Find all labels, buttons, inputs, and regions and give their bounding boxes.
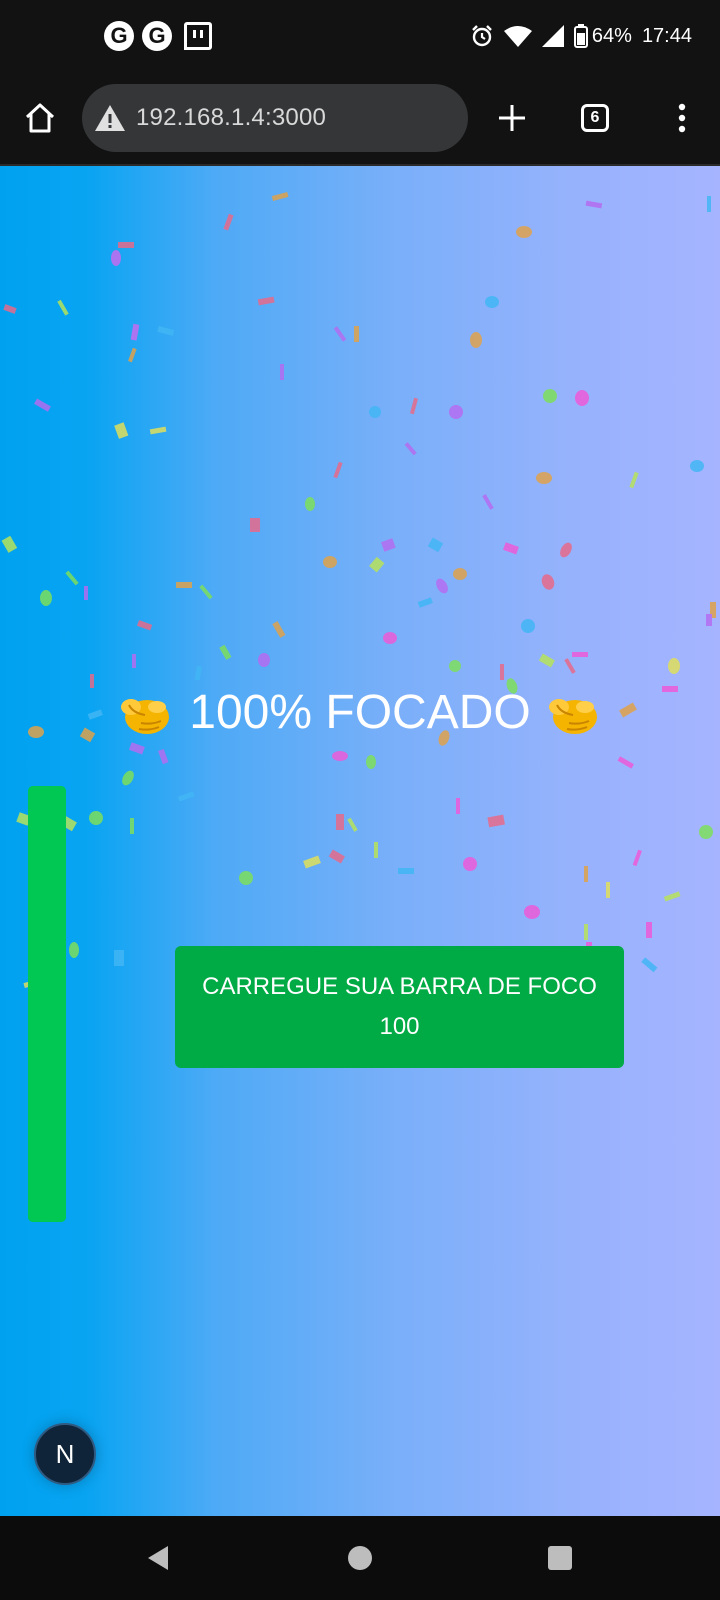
confetti-animation (1, 191, 716, 989)
status-bar: G G 64% 17:44 (0, 0, 720, 72)
web-page: 100% FOCADO CARREGUE SUA BARRA DE FOCO 1… (0, 166, 720, 1516)
browser-toolbar: 192.168.1.4:3000 6 (0, 72, 720, 166)
point-at-viewer-hand-icon (121, 699, 170, 734)
focus-headline: 100% FOCADO (0, 680, 720, 744)
wifi-icon (503, 26, 532, 47)
url-text[interactable]: 192.168.1.4:3000 (136, 104, 326, 132)
recent-apps-button[interactable] (548, 1546, 572, 1570)
more-options-icon[interactable] (664, 100, 700, 136)
nextjs-logo-letter: N (55, 1438, 75, 1469)
tab-switcher-button[interactable]: 6 (581, 104, 609, 132)
nextjs-devtools-button[interactable]: N (34, 1423, 96, 1485)
system-nav-bar (0, 1516, 720, 1600)
battery-percent: 64% (591, 24, 632, 47)
alarm-icon (472, 25, 492, 47)
point-at-viewer-hand-icon (548, 699, 597, 734)
twitch-icon (184, 22, 212, 50)
charge-focus-button[interactable]: CARREGUE SUA BARRA DE FOCO 100 (175, 946, 624, 1068)
new-tab-icon[interactable] (494, 100, 530, 136)
headline-text: 100% FOCADO (189, 685, 531, 739)
google-g-icon: G (104, 21, 134, 51)
address-bar[interactable]: 192.168.1.4:3000 (82, 84, 468, 152)
battery-icon (573, 24, 588, 48)
warning-icon[interactable] (94, 103, 126, 133)
home-icon[interactable] (22, 100, 58, 136)
signal-icon (541, 25, 564, 47)
focus-bar-fill (28, 786, 66, 1222)
home-nav-button[interactable] (348, 1546, 372, 1570)
charge-button-value: 100 (379, 1013, 420, 1040)
back-icon[interactable] (146, 1544, 170, 1572)
focus-bar (28, 786, 66, 1222)
system-status: 64% 17:44 (470, 20, 692, 52)
clock-time: 17:44 (641, 24, 692, 47)
google-g-icon: G (142, 21, 172, 51)
notification-icons: G G (104, 20, 212, 52)
charge-button-label: CARREGUE SUA BARRA DE FOCO (202, 973, 597, 1000)
